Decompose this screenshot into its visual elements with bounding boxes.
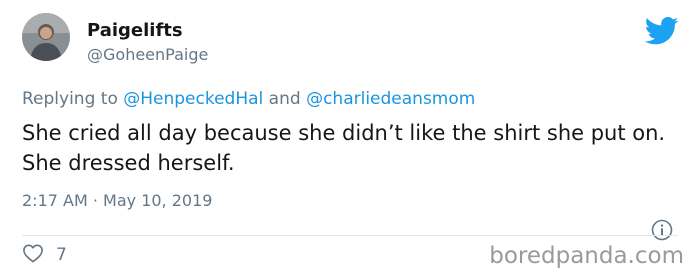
tweet-time[interactable]: 2:17 AM xyxy=(22,191,88,210)
divider xyxy=(22,235,678,236)
timestamp-separator: · xyxy=(87,191,104,210)
tweet-timestamp[interactable]: 2:17 AM · May 10, 2019 xyxy=(22,190,212,212)
like-count: 7 xyxy=(56,245,67,265)
like-button[interactable]: 7 xyxy=(22,243,67,267)
display-name[interactable]: Paigelifts xyxy=(87,20,183,42)
watermark: boredpanda.com xyxy=(489,243,684,269)
user-handle[interactable]: @GoheenPaige xyxy=(87,44,208,66)
info-icon[interactable] xyxy=(651,219,673,241)
replying-to: Replying to @HenpeckedHal and @charliede… xyxy=(22,88,475,110)
heart-icon[interactable] xyxy=(22,243,44,267)
replying-connector: and xyxy=(263,89,307,109)
avatar[interactable] xyxy=(22,13,70,61)
tweet-card: Paigelifts @GoheenPaige Replying to @Hen… xyxy=(0,0,700,280)
mention-link-charliedeansmom[interactable]: @charliedeansmom xyxy=(306,89,475,109)
replying-prefix: Replying to xyxy=(22,89,124,109)
tweet-date[interactable]: May 10, 2019 xyxy=(103,191,212,210)
tweet-text: She cried all day because she didn’t lik… xyxy=(22,121,666,175)
twitter-bird-icon[interactable] xyxy=(644,17,679,45)
mention-link-henpeckedhal[interactable]: @HenpeckedHal xyxy=(123,89,263,109)
